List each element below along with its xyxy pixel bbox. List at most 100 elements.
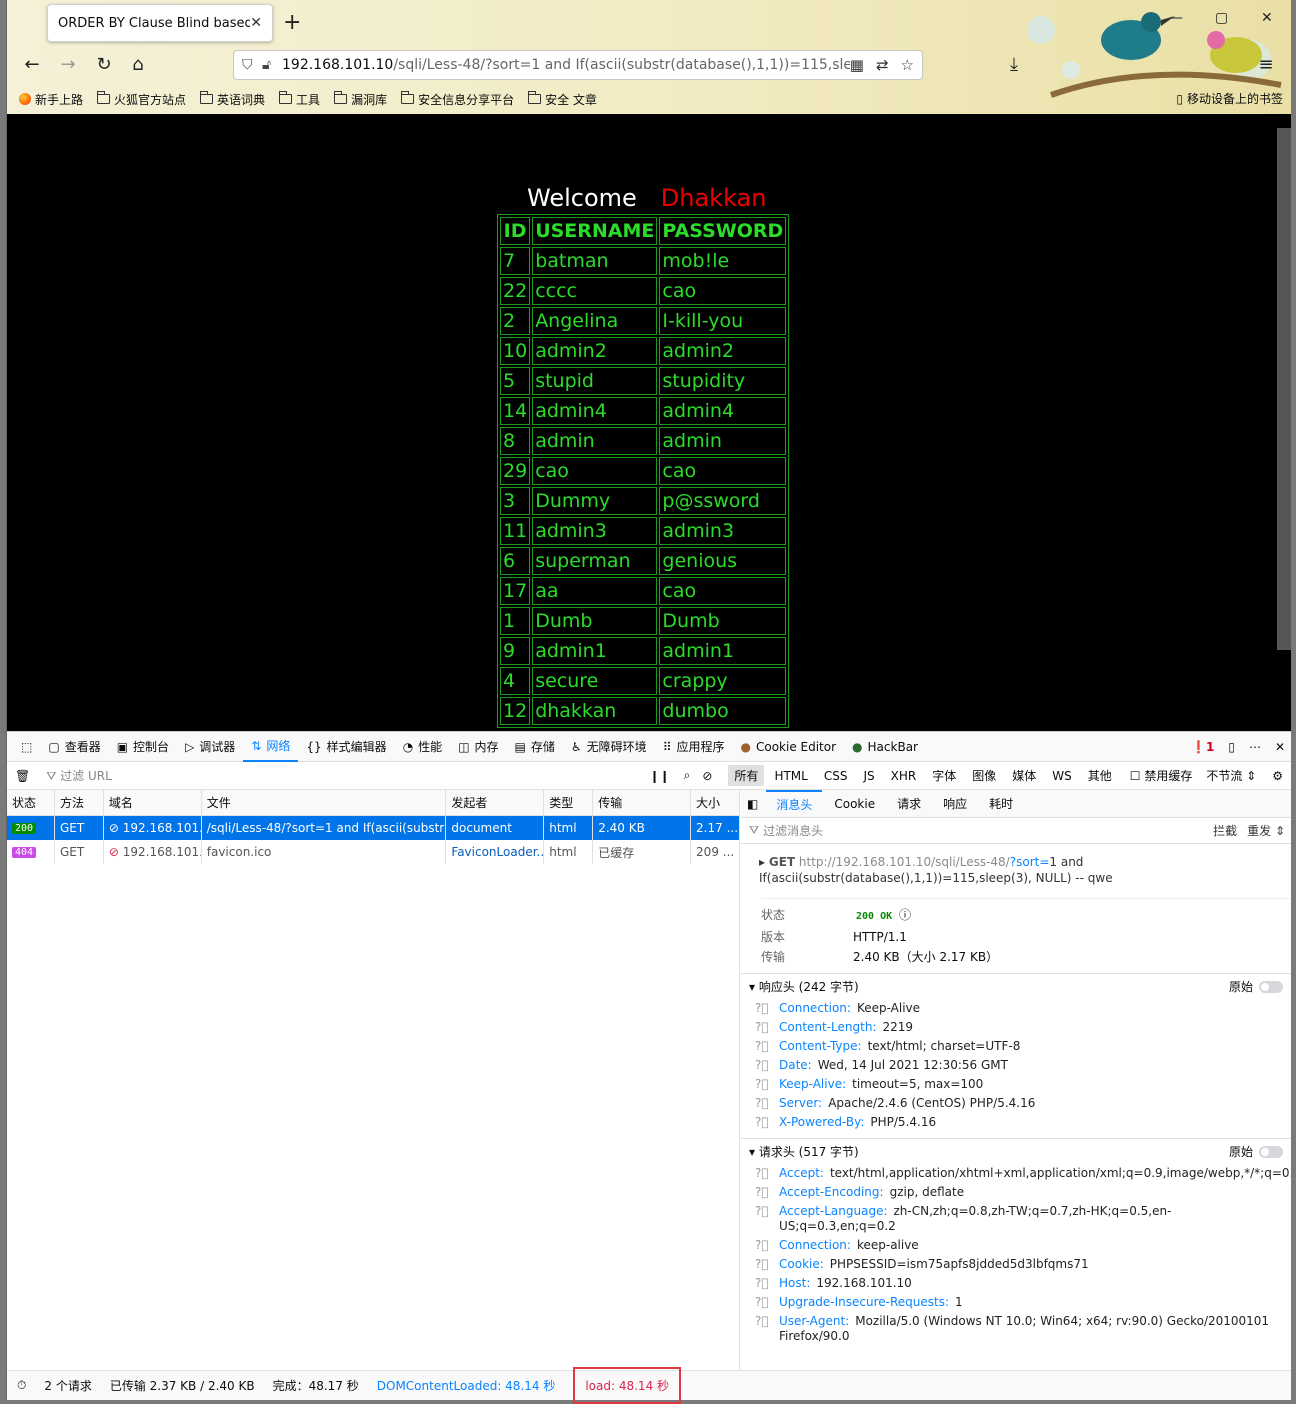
type-filter-button[interactable]: 字体 (926, 765, 962, 786)
help-icon[interactable]: ?⃝ (755, 1166, 779, 1181)
tab-application[interactable]: ⠿ 应用程序 (655, 732, 733, 762)
bookmark-item[interactable]: 安全 文章 (528, 91, 597, 108)
devtools-close-icon[interactable]: ✕ (1275, 740, 1285, 754)
help-icon[interactable]: ?⃝ (755, 1238, 779, 1253)
tab-hackbar[interactable]: ● HackBar (844, 732, 926, 762)
help-icon[interactable]: ?⃝ (755, 1039, 779, 1054)
request-row[interactable]: 404 GET ⊘ 192.168.101... favicon.ico Fav… (7, 840, 739, 864)
responsive-mode-icon[interactable]: ▯ (1228, 740, 1235, 754)
help-icon[interactable]: ?⃝ (755, 1295, 779, 1310)
bookmark-item[interactable]: 新手上路 (19, 91, 83, 108)
timer-icon[interactable]: ⏱ (17, 1378, 26, 1393)
bookmark-item[interactable]: 漏洞库 (334, 91, 387, 108)
settings-gear-icon[interactable]: ⚙ (1272, 769, 1283, 783)
tab-active[interactable]: ORDER BY Clause Blind based ✕ (47, 4, 273, 42)
response-headers-section[interactable]: ▾ 响应头 (242 字节) 原始 (741, 973, 1291, 999)
type-filter-button[interactable]: HTML (768, 767, 813, 785)
resend-button[interactable]: 重发 ⇕ (1247, 822, 1285, 839)
bookmark-item[interactable]: 英语词典 (200, 91, 265, 108)
help-icon[interactable]: ?⃝ (755, 1058, 779, 1073)
more-options-icon[interactable]: ⋯ (1249, 740, 1261, 754)
reload-icon[interactable]: ↻ (93, 54, 115, 75)
toggle-sidebar-icon[interactable]: ◧ (747, 797, 758, 811)
scrollbar-thumb[interactable] (1277, 128, 1291, 650)
column-type[interactable]: 类型 (544, 790, 594, 815)
raw-toggle[interactable] (1259, 1145, 1283, 1158)
translate-icon[interactable]: ⇄ (876, 56, 889, 74)
tab-console[interactable]: ▣ 控制台 (109, 732, 177, 762)
headers-filter[interactable]: ⛛ 过滤消息头 拦截 重发 ⇕ (741, 818, 1291, 844)
bookmark-item[interactable]: 工具 (279, 91, 320, 108)
type-filter-button[interactable]: 媒体 (1006, 765, 1042, 786)
help-icon[interactable]: ?⃝ (755, 1020, 779, 1035)
pause-icon[interactable]: ❙❙ (650, 769, 670, 783)
tab-debugger[interactable]: ▷ 调试器 (177, 732, 243, 762)
disable-cache-checkbox[interactable]: ☐ 禁用缓存 (1130, 767, 1193, 784)
back-icon[interactable]: ← (21, 54, 43, 75)
bookmark-item[interactable]: 安全信息分享平台 (401, 91, 514, 108)
help-icon[interactable]: ?⃝ (755, 1257, 779, 1272)
tab-network[interactable]: ⇅ 网络 (243, 732, 299, 762)
element-picker-icon[interactable]: ⬚ (13, 732, 40, 762)
help-icon[interactable]: ⓘ (899, 908, 911, 922)
url-text[interactable]: 192.168.101.10/sqli/Less-48/?sort=1 and … (282, 57, 850, 73)
bookmark-item[interactable]: 火狐官方站点 (97, 91, 186, 108)
type-filter-button[interactable]: WS (1046, 767, 1077, 785)
tab-cookie-editor[interactable]: ● Cookie Editor (733, 732, 845, 762)
tab-cookie[interactable]: Cookie (824, 790, 885, 818)
maximize-icon[interactable]: ▢ (1215, 10, 1228, 26)
page-scrollbar[interactable] (1275, 114, 1291, 731)
help-icon[interactable]: ?⃝ (755, 1001, 779, 1016)
column-initiator[interactable]: 发起者 (446, 790, 545, 815)
request-row[interactable]: 200 GET ⊘ 192.168.101... /sqli/Less-48/?… (7, 816, 739, 840)
tab-timings[interactable]: 耗时 (979, 790, 1023, 818)
search-icon[interactable]: ⌕ (684, 768, 691, 783)
help-icon[interactable]: ?⃝ (755, 1185, 779, 1200)
column-status[interactable]: 状态 (7, 790, 55, 815)
request-headers-section[interactable]: ▾ 请求头 (517 字节) 原始 (741, 1138, 1291, 1164)
tab-request[interactable]: 请求 (887, 790, 931, 818)
raw-toggle[interactable] (1259, 980, 1283, 993)
tab-storage[interactable]: ▤ 存储 (507, 732, 563, 762)
block-button[interactable]: 拦截 (1213, 822, 1237, 839)
minimize-icon[interactable]: — (1169, 10, 1183, 26)
lock-insecure-icon[interactable]: 🔓︎ (262, 57, 282, 73)
column-transfer[interactable]: 传输 (593, 790, 692, 815)
url-bar[interactable]: ⛉ 🔓︎ 192.168.101.10/sqli/Less-48/?sort=1… (233, 50, 923, 80)
filter-url-input[interactable]: ⛛ 过滤 URL (46, 767, 649, 784)
tab-accessibility[interactable]: ♿︎ 无障碍环境 (563, 732, 655, 762)
block-icon[interactable]: ⊘ (702, 769, 712, 783)
column-file[interactable]: 文件 (202, 790, 447, 815)
tab-inspector[interactable]: ▢ 查看器 (40, 732, 108, 762)
tab-performance[interactable]: ◔ 性能 (395, 732, 451, 762)
throttle-select[interactable]: 不节流 ⇕ (1206, 767, 1256, 784)
type-filter-button[interactable]: 图像 (966, 765, 1002, 786)
type-filter-button[interactable]: 所有 (728, 765, 765, 786)
new-tab-icon[interactable]: + (283, 10, 301, 35)
type-filter-button[interactable]: CSS (818, 767, 854, 785)
help-icon[interactable]: ?⃝ (755, 1115, 779, 1130)
mobile-bookmarks[interactable]: ▯ 移动设备上的书签 (1176, 90, 1283, 107)
qr-code-icon[interactable]: ▦ (850, 56, 864, 74)
home-icon[interactable]: ⌂ (127, 54, 149, 75)
shield-icon[interactable]: ⛉ (242, 57, 262, 73)
trash-icon[interactable]: 🗑︎ (15, 769, 30, 783)
tab-headers[interactable]: 消息头 (766, 790, 823, 818)
tab-memory[interactable]: ◫ 内存 (450, 732, 506, 762)
help-icon[interactable]: ?⃝ (755, 1276, 779, 1291)
help-icon[interactable]: ?⃝ (755, 1077, 779, 1092)
tab-style-editor[interactable]: {} 样式编辑器 (298, 732, 394, 762)
tab-close-icon[interactable]: ✕ (250, 15, 262, 31)
help-icon[interactable]: ?⃝ (755, 1204, 779, 1234)
cell-initiator[interactable]: FaviconLoader.... (446, 840, 545, 864)
help-icon[interactable]: ?⃝ (755, 1096, 779, 1111)
type-filter-button[interactable]: XHR (885, 767, 923, 785)
type-filter-button[interactable]: JS (857, 767, 880, 785)
error-count-badge[interactable]: ❗1 (1191, 740, 1214, 754)
tab-response[interactable]: 响应 (933, 790, 977, 818)
help-icon[interactable]: ?⃝ (755, 1314, 779, 1344)
forward-icon[interactable]: → (57, 54, 79, 75)
type-filter-button[interactable]: 其他 (1082, 765, 1118, 786)
column-domain[interactable]: 域名 (104, 790, 202, 815)
download-icon[interactable]: ⤓ (1003, 54, 1025, 75)
